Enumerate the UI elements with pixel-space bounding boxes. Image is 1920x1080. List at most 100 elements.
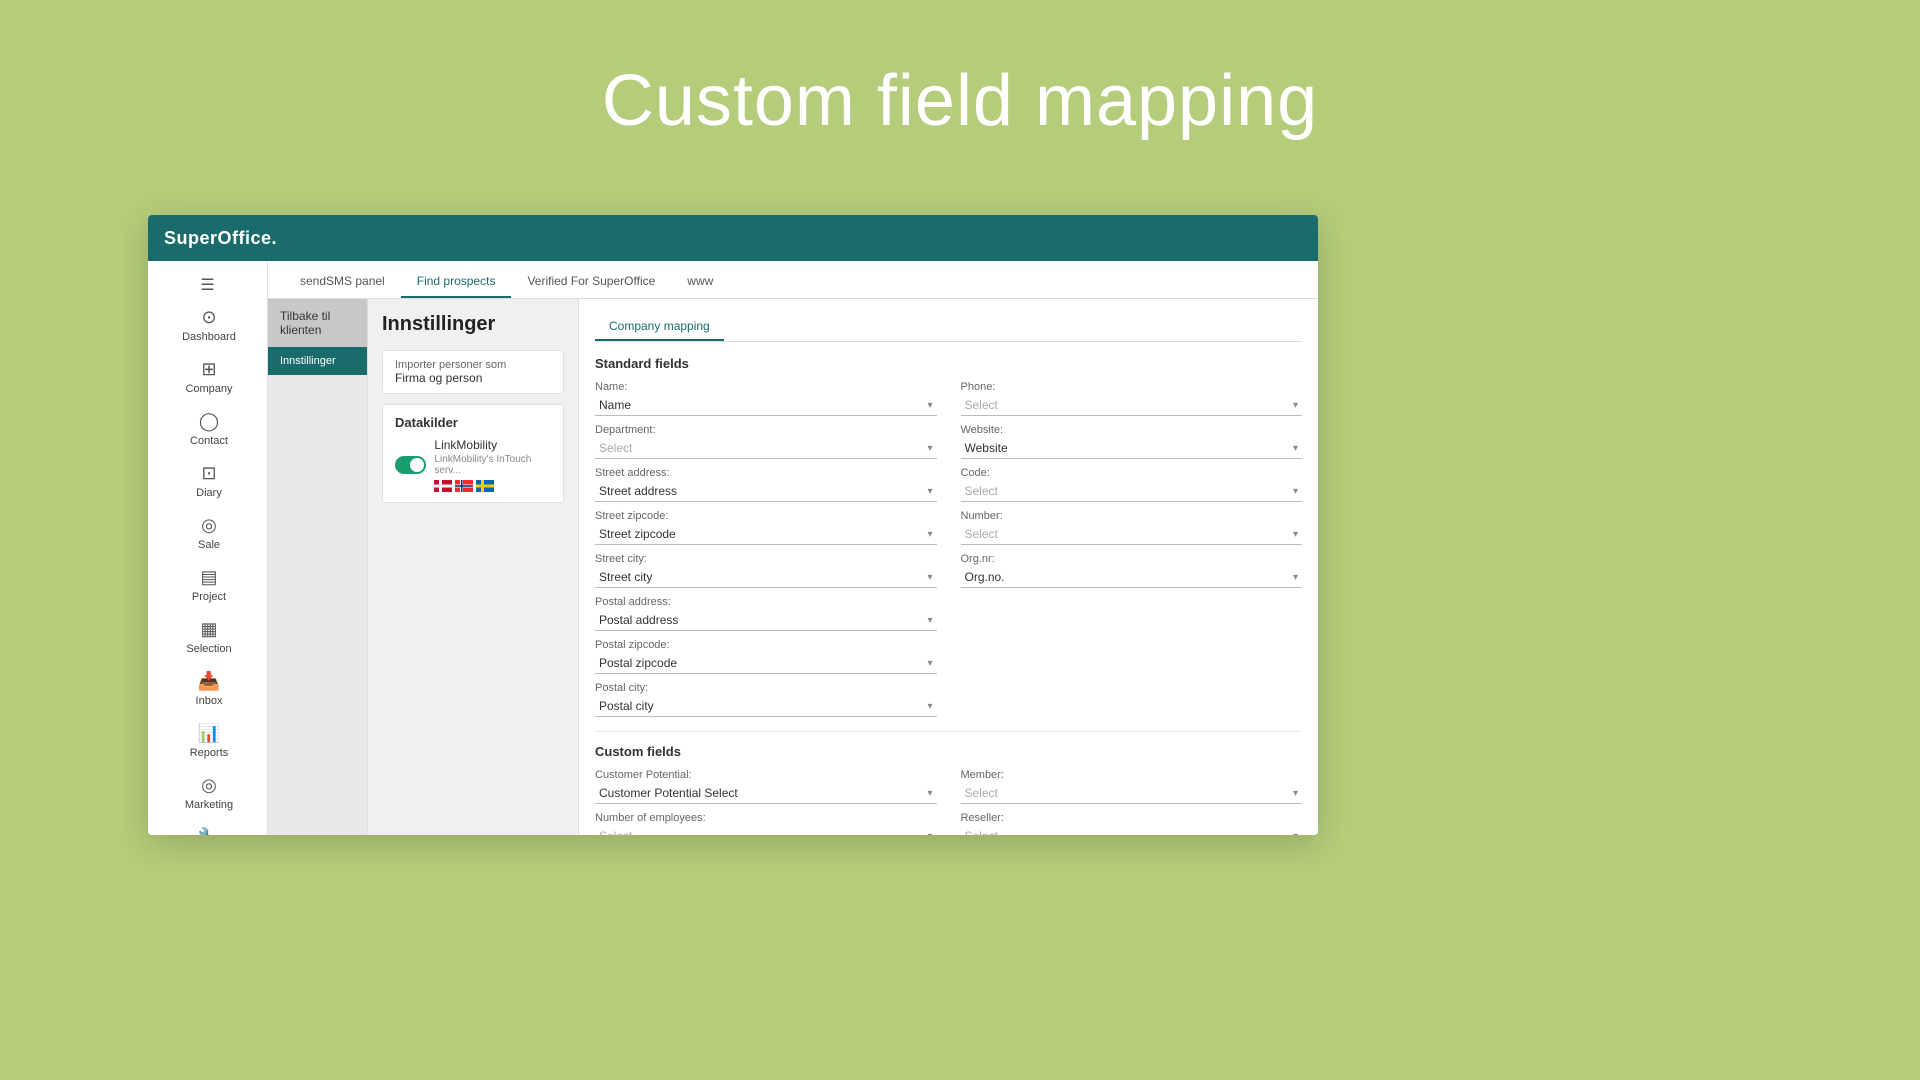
toggle-knob <box>410 458 424 472</box>
field-select-postal-zipcode[interactable]: Postal zipcode ▾ <box>595 653 937 674</box>
contact-icon: ◯ <box>199 411 219 432</box>
chevron-down-icon: ▾ <box>927 529 932 540</box>
field-select-reseller[interactable]: Select ▾ <box>961 826 1303 835</box>
field-value-reseller: Select <box>965 829 998 835</box>
field-select-department[interactable]: Select ▾ <box>595 438 937 459</box>
field-select-phone[interactable]: Select ▾ <box>961 395 1303 416</box>
field-label-department: Department: <box>595 424 937 436</box>
field-value-postal-address: Postal address <box>599 613 678 627</box>
page-title: Custom field mapping <box>0 0 1920 142</box>
chevron-down-icon: ▾ <box>1293 400 1298 411</box>
reports-icon: 📊 <box>198 723 220 744</box>
sidebar-item-reports[interactable]: 📊 Reports <box>148 715 267 767</box>
field-value-department: Select <box>599 441 632 455</box>
innstillinger-nav-item[interactable]: Innstillinger <box>268 347 367 375</box>
sidebar-item-label: Dashboard <box>182 331 236 343</box>
field-value-website: Website <box>965 441 1008 455</box>
import-label: Importer personer som <box>395 359 551 371</box>
main-panel: sendSMS panel Find prospects Verified Fo… <box>268 261 1318 835</box>
linkmobility-name: LinkMobility <box>434 438 551 452</box>
dashboard-icon: ⊙ <box>201 307 216 328</box>
sidebar-item-inbox[interactable]: 📥 Inbox <box>148 663 267 715</box>
field-label-website: Website: <box>961 424 1303 436</box>
content-area: ☰ ⊙ Dashboard ⊞ Company ◯ Contact ⊡ Diar… <box>148 261 1318 835</box>
field-select-number[interactable]: Select ▾ <box>961 524 1303 545</box>
field-select-street-address[interactable]: Street address ▾ <box>595 481 937 502</box>
linkmobility-toggle[interactable] <box>395 456 426 474</box>
inner-content: Tilbake til klienten Innstillinger Innst… <box>268 299 1318 835</box>
tab-sendsms-panel[interactable]: sendSMS panel <box>284 266 401 298</box>
selection-icon: ▦ <box>200 619 217 640</box>
field-label-postal-zipcode: Postal zipcode: <box>595 639 937 651</box>
tab-verified[interactable]: Verified For SuperOffice <box>511 266 671 298</box>
mapping-panel: Company mapping Standard fields Name: Na… <box>578 299 1318 835</box>
field-label-num-employees: Number of employees: <box>595 812 937 824</box>
chevron-down-icon: ▾ <box>1293 443 1298 454</box>
field-select-postal-address[interactable]: Postal address ▾ <box>595 610 937 631</box>
flag-no <box>455 480 473 492</box>
linkmobility-desc: LinkMobility's InTouch serv... <box>434 454 551 476</box>
sidebar-item-label: Diary <box>196 487 222 499</box>
settings-nav: Tilbake til klienten Innstillinger <box>268 299 368 835</box>
field-value-customer-potential: Customer Potential Select <box>599 786 738 800</box>
field-code: Code: Select ▾ <box>961 467 1303 502</box>
field-label-street-city: Street city: <box>595 553 937 565</box>
field-select-customer-potential[interactable]: Customer Potential Select ▾ <box>595 783 937 804</box>
chevron-down-icon: ▾ <box>1293 486 1298 497</box>
field-website: Website: Website ▾ <box>961 424 1303 459</box>
sidebar-item-company[interactable]: ⊞ Company <box>148 351 267 403</box>
field-postal-address: Postal address: Postal address ▾ <box>595 596 937 631</box>
sidebar-item-diary[interactable]: ⊡ Diary <box>148 455 267 507</box>
sidebar-item-marketing[interactable]: ◎ Marketing <box>148 767 267 819</box>
field-select-orgnr[interactable]: Org.no. ▾ <box>961 567 1303 588</box>
top-bar: SuperOffice. <box>148 215 1318 261</box>
field-label-code: Code: <box>961 467 1303 479</box>
sidebar-item-selection[interactable]: ▦ Selection <box>148 611 267 663</box>
datakilder-title: Datakilder <box>395 415 551 430</box>
linkmobility-info: LinkMobility LinkMobility's InTouch serv… <box>434 438 551 492</box>
tab-www[interactable]: www <box>671 266 729 298</box>
chevron-down-icon: ▾ <box>927 443 932 454</box>
diary-icon: ⊡ <box>201 463 216 484</box>
field-select-code[interactable]: Select ▾ <box>961 481 1303 502</box>
sidebar-item-label: Project <box>192 591 226 603</box>
sidebar-item-contact[interactable]: ◯ Contact <box>148 403 267 455</box>
field-reseller: Reseller: Select ▾ <box>961 812 1303 835</box>
mapping-tab-bar: Company mapping <box>595 313 1302 342</box>
chevron-down-icon: ▾ <box>927 831 932 836</box>
field-empty-1 <box>961 596 1303 631</box>
sidebar-item-service[interactable]: 🔧 Service <box>148 819 267 835</box>
sidebar-item-project[interactable]: ▤ Project <box>148 559 267 611</box>
tab-company-mapping[interactable]: Company mapping <box>595 313 724 341</box>
sidebar-item-label: Selection <box>186 643 231 655</box>
field-label-street-zipcode: Street zipcode: <box>595 510 937 522</box>
field-value-street-zipcode: Street zipcode <box>599 527 676 541</box>
field-street-address: Street address: Street address ▾ <box>595 467 937 502</box>
back-button[interactable]: Tilbake til klienten <box>268 299 367 347</box>
chevron-down-icon: ▾ <box>1293 788 1298 799</box>
flags <box>434 480 551 492</box>
toggle-icon: ☰ <box>200 275 214 295</box>
chevron-down-icon: ▾ <box>927 486 932 497</box>
field-select-website[interactable]: Website ▾ <box>961 438 1303 459</box>
field-select-postal-city[interactable]: Postal city ▾ <box>595 696 937 717</box>
flag-dk <box>434 480 452 492</box>
chevron-down-icon: ▾ <box>927 658 932 669</box>
field-value-phone: Select <box>965 398 998 412</box>
field-postal-zipcode: Postal zipcode: Postal zipcode ▾ <box>595 639 937 674</box>
sidebar-item-label: Inbox <box>196 695 223 707</box>
field-street-zipcode: Street zipcode: Street zipcode ▾ <box>595 510 937 545</box>
standard-fields-grid: Name: Name ▾ Phone: Select ▾ <box>595 381 1302 717</box>
field-select-name[interactable]: Name ▾ <box>595 395 937 416</box>
sidebar-item-dashboard[interactable]: ⊙ Dashboard <box>148 299 267 351</box>
tab-find-prospects[interactable]: Find prospects <box>401 266 512 298</box>
field-select-street-zipcode[interactable]: Street zipcode ▾ <box>595 524 937 545</box>
field-label-postal-city: Postal city: <box>595 682 937 694</box>
field-select-member[interactable]: Select ▾ <box>961 783 1303 804</box>
sidebar-toggle[interactable]: ☰ <box>148 267 267 299</box>
field-num-employees: Number of employees: Select ▾ <box>595 812 937 835</box>
flag-se <box>476 480 494 492</box>
field-select-street-city[interactable]: Street city ▾ <box>595 567 937 588</box>
sidebar-item-sale[interactable]: ◎ Sale <box>148 507 267 559</box>
field-select-num-employees[interactable]: Select ▾ <box>595 826 937 835</box>
